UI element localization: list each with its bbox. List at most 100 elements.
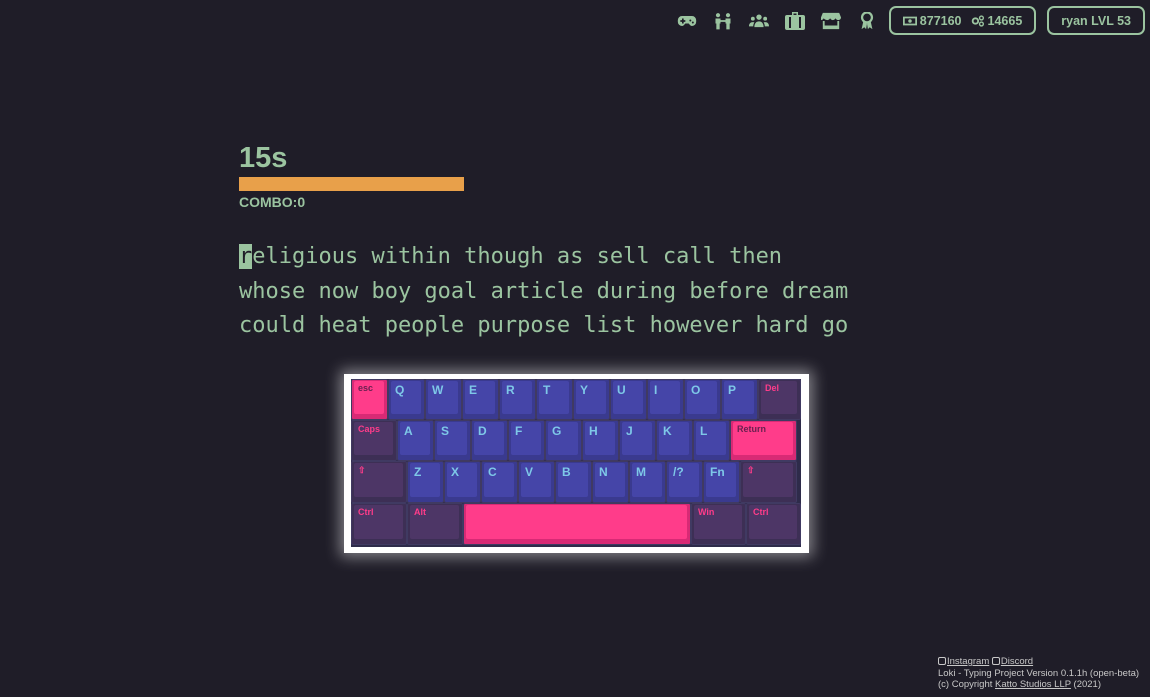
studio-link[interactable]: Katto Studios LLP: [995, 679, 1071, 690]
key-u: U: [610, 379, 647, 420]
key-label: I: [650, 381, 680, 414]
timer-progress-bar: [239, 177, 464, 191]
word-line-1: religious within though as sell call the…: [239, 240, 899, 275]
virtual-keyboard: esc Q W E R T Y U I O P Del Caps A S D F G H J K L Return ⇧ Z X C V…: [344, 374, 809, 553]
key-w: W: [425, 379, 462, 420]
key-label: Win: [694, 505, 742, 539]
inventory-icon[interactable]: [777, 7, 813, 35]
key-label: Ctrl: [749, 505, 797, 539]
copyright-suffix: (2021): [1070, 679, 1102, 690]
key-return: Return: [730, 420, 797, 461]
key-label: J: [622, 422, 652, 455]
key-label: Del: [761, 381, 797, 414]
key-k: K: [656, 420, 693, 461]
user-level-button[interactable]: ryan LVL 53: [1047, 6, 1145, 35]
key-win: Win: [691, 503, 746, 545]
key-label: Alt: [410, 505, 459, 539]
key-ctrl: Ctrl: [351, 503, 407, 545]
current-character: r: [239, 244, 253, 269]
key-label: /?: [669, 463, 699, 497]
word-line-1-text: eligious within though as sell call then: [252, 244, 783, 269]
key-label: R: [502, 381, 532, 414]
keyboard-keys: esc Q W E R T Y U I O P Del Caps A S D F G H J K L Return ⇧ Z X C V…: [351, 379, 801, 547]
key-r: R: [499, 379, 536, 420]
key-label: C: [484, 463, 514, 497]
key-a: A: [397, 420, 434, 461]
key-shift: ⇧: [351, 461, 407, 503]
footer-links: Instagram Discord: [938, 656, 1139, 668]
key-label: A: [400, 422, 430, 455]
combo-counter: COMBO:0: [239, 194, 306, 210]
key-label: F: [511, 422, 541, 455]
key-space: [463, 503, 691, 545]
key-del: Del: [758, 379, 801, 420]
key-t: T: [536, 379, 573, 420]
copyright-text: (c) Copyright Katto Studios LLP (2021): [938, 679, 1139, 691]
key-ctrl: Ctrl: [746, 503, 801, 545]
key-b: B: [555, 461, 592, 503]
key-label: esc: [354, 381, 384, 414]
typing-text-area[interactable]: religious within though as sell call the…: [239, 240, 899, 344]
word-line-3: could heat people purpose list however h…: [239, 313, 849, 338]
key-h: H: [582, 420, 619, 461]
key-label: ⇧: [743, 463, 793, 497]
achievements-icon[interactable]: [849, 7, 885, 35]
key-y: Y: [573, 379, 610, 420]
key-label: W: [428, 381, 458, 414]
key-label: B: [558, 463, 588, 497]
key-esc: esc: [351, 379, 388, 420]
key-alt: Alt: [407, 503, 463, 545]
key-label: Ctrl: [354, 505, 403, 539]
key-label: E: [465, 381, 495, 414]
key-n: N: [592, 461, 629, 503]
key-z: Z: [407, 461, 444, 503]
word-line-2: whose now boy goal article during before…: [239, 278, 849, 304]
shop-icon[interactable]: [813, 7, 849, 35]
key-label: Z: [410, 463, 440, 497]
key-f: F: [508, 420, 545, 461]
gamepad-icon[interactable]: [669, 7, 705, 35]
key-slash: /?: [666, 461, 703, 503]
key-label: M: [632, 463, 662, 497]
key-j: J: [619, 420, 656, 461]
copyright-prefix: (c) Copyright: [938, 679, 996, 690]
key-m: M: [629, 461, 666, 503]
key-l: L: [693, 420, 730, 461]
key-label: K: [659, 422, 689, 455]
friends-icon[interactable]: [741, 7, 777, 35]
key-label: Fn: [706, 463, 736, 497]
currency-panel[interactable]: 877160 14665: [888, 6, 1037, 35]
key-label: D: [474, 422, 504, 455]
key-p: P: [721, 379, 758, 420]
key-label: S: [437, 422, 467, 455]
key-label: Y: [576, 381, 606, 414]
key-label: [466, 505, 687, 539]
key-caps: Caps: [351, 420, 397, 461]
discord-icon: [991, 657, 1000, 665]
key-c: C: [481, 461, 518, 503]
key-x: X: [444, 461, 481, 503]
key-e: E: [462, 379, 499, 420]
key-shift: ⇧: [740, 461, 797, 503]
key-q: Q: [388, 379, 425, 420]
countdown-timer: 15s: [239, 142, 288, 174]
money-value: 877160: [919, 13, 962, 28]
key-label: G: [548, 422, 578, 455]
duel-icon[interactable]: [705, 7, 741, 35]
instagram-link[interactable]: Instagram: [947, 656, 989, 667]
key-label: V: [521, 463, 551, 497]
key-g: G: [545, 420, 582, 461]
key-label: O: [687, 381, 717, 414]
key-label: P: [724, 381, 754, 414]
key-i: I: [647, 379, 684, 420]
gears-icon: [971, 14, 984, 27]
key-d: D: [471, 420, 508, 461]
key-label: L: [696, 422, 726, 455]
money-icon: [902, 16, 917, 25]
discord-link[interactable]: Discord: [1001, 656, 1033, 667]
top-navigation: 877160 14665 ryan LVL 53: [669, 4, 1145, 37]
key-fn: Fn: [703, 461, 740, 503]
key-s: S: [434, 420, 471, 461]
gears-stat: 14665: [971, 14, 1022, 28]
key-o: O: [684, 379, 721, 420]
